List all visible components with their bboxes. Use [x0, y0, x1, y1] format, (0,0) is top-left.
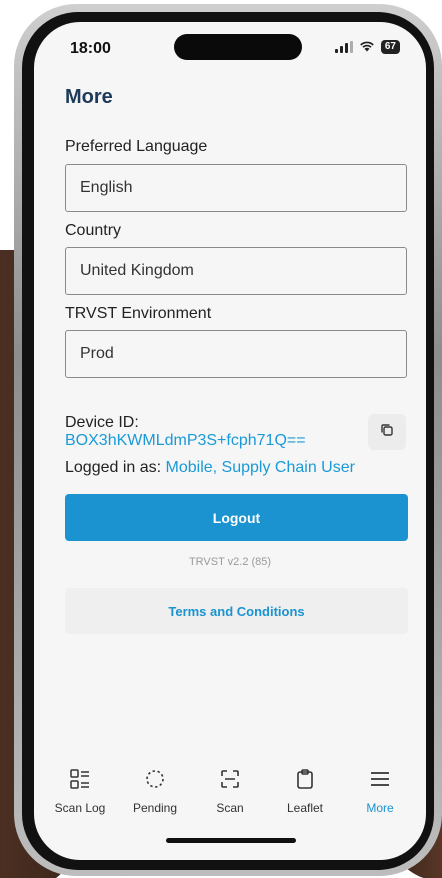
tab-leaflet[interactable]: Leaflet [271, 757, 339, 827]
tab-bar: Scan Log Pending Scan Leaflet More [34, 757, 426, 827]
status-time: 18:00 [70, 40, 111, 57]
environment-select[interactable]: Prod [65, 330, 407, 378]
tab-more[interactable]: More [346, 757, 414, 827]
environment-label: TRVST Environment [65, 305, 212, 322]
menu-icon [369, 765, 391, 793]
signal-icon [334, 41, 353, 53]
tab-label: Pending [132, 801, 178, 815]
tab-label: Scan [216, 801, 244, 815]
tab-pending[interactable]: Pending [121, 757, 189, 827]
tab-label: Scan Log [54, 801, 106, 815]
dynamic-island [174, 34, 302, 60]
device-id-value: BOX3hKWMLdmP3S+fcph71Q== [65, 432, 306, 449]
clipboard-icon [294, 765, 316, 793]
logout-button[interactable]: Logout [65, 494, 408, 541]
page-title: More [65, 86, 113, 108]
background-scene: 18:00 67 More Preferred Language English… [0, 0, 442, 878]
logged-in-line: Logged in as: Mobile, Supply Chain User [65, 459, 355, 477]
logged-in-label: Logged in as: [65, 459, 162, 476]
tab-label: Leaflet [286, 801, 324, 815]
home-indicator [166, 838, 296, 843]
language-label: Preferred Language [65, 138, 208, 155]
scan-icon [219, 765, 241, 793]
device-id-label: Device ID: [65, 414, 139, 431]
logged-in-user: Mobile, Supply Chain User [165, 459, 355, 476]
scan-log-icon [69, 765, 91, 793]
terms-button[interactable]: Terms and Conditions [65, 588, 408, 634]
tab-scan-log[interactable]: Scan Log [46, 757, 114, 827]
battery-icon: 67 [380, 40, 400, 54]
copy-button[interactable] [368, 414, 406, 450]
phone-screen: 18:00 67 More Preferred Language English… [34, 22, 426, 860]
language-select[interactable]: English [65, 164, 407, 212]
country-select[interactable]: United Kingdom [65, 247, 407, 295]
country-label: Country [65, 222, 122, 239]
wifi-icon [359, 40, 375, 54]
app-version: TRVST v2.2 (85) [188, 556, 272, 568]
tab-label: More [366, 801, 394, 815]
status-icons: 67 [334, 40, 400, 54]
pending-icon [144, 765, 166, 793]
copy-icon [380, 423, 394, 442]
tab-scan[interactable]: Scan [196, 757, 264, 827]
